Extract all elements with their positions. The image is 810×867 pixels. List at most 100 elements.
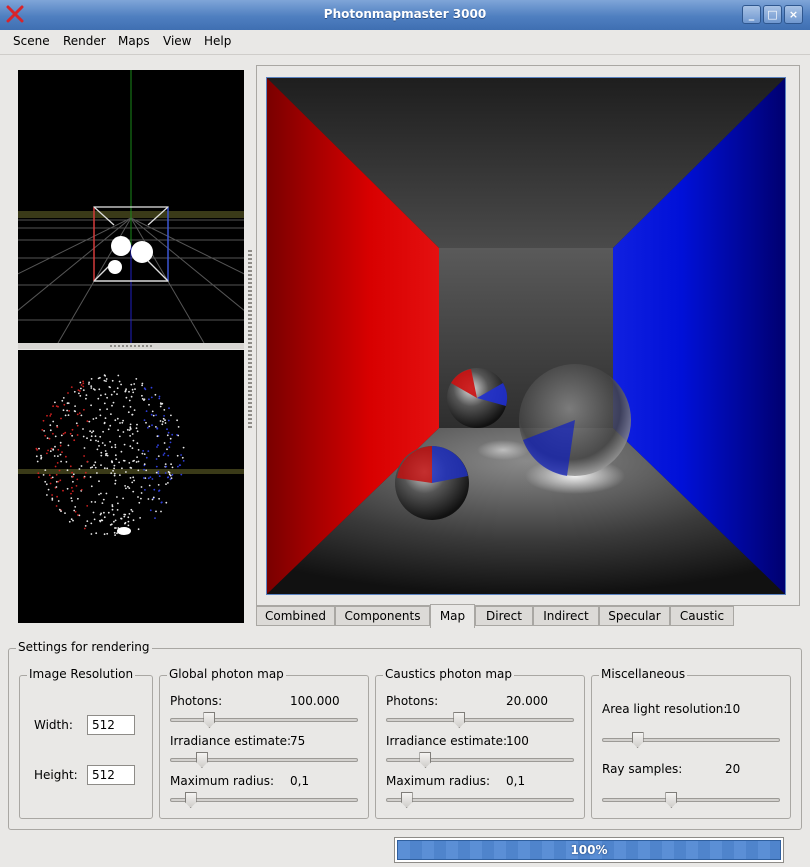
menu-maps[interactable]: Maps (118, 34, 150, 48)
photon-point (136, 423, 138, 426)
slider-thumb[interactable] (419, 752, 432, 768)
photon-point (133, 479, 135, 482)
scene-viewport[interactable] (18, 70, 244, 343)
photon-point (132, 490, 135, 493)
tab-map[interactable]: Map (430, 604, 475, 628)
height-field[interactable] (87, 765, 135, 785)
photon-point (90, 404, 92, 407)
tab-caustic[interactable]: Caustic (670, 606, 734, 626)
viewport-splitter[interactable] (18, 343, 244, 349)
tab-components[interactable]: Components (335, 606, 430, 626)
tab-specular[interactable]: Specular (599, 606, 670, 626)
photon-point (66, 469, 69, 472)
photon-point (106, 532, 109, 535)
photon-point (38, 476, 40, 478)
photon-point (129, 445, 132, 448)
photon-point (167, 419, 170, 422)
photon-point (181, 456, 184, 459)
photon-point (78, 514, 81, 517)
photon-point (112, 469, 114, 472)
photon-point (49, 450, 52, 453)
photon-point (155, 426, 157, 428)
photon-point (59, 444, 62, 447)
menu-view[interactable]: View (163, 34, 191, 48)
maximize-button[interactable]: □ (763, 5, 782, 24)
caustics-photons-slider[interactable] (386, 712, 574, 728)
tab-direct[interactable]: Direct (475, 606, 533, 626)
photon-point (165, 483, 167, 485)
photon-point (167, 482, 169, 484)
photon-point (76, 424, 79, 427)
photon-point (72, 519, 74, 522)
photon-point (147, 477, 150, 480)
photon-point (74, 510, 77, 513)
slider-thumb[interactable] (184, 792, 197, 808)
photon-point (49, 415, 52, 417)
photon-point (104, 450, 107, 452)
photon-point (116, 387, 119, 390)
photon-point (104, 417, 107, 419)
photon-point (40, 456, 43, 459)
slider-thumb[interactable] (195, 752, 208, 768)
width-field[interactable] (87, 715, 135, 735)
photon-point (49, 429, 52, 432)
photon-point (49, 424, 52, 427)
photon-point (137, 469, 140, 472)
caustics-radius-slider[interactable] (386, 792, 574, 808)
slider-thumb[interactable] (453, 712, 466, 728)
slider-thumb[interactable] (631, 732, 644, 748)
photon-point (166, 434, 169, 437)
photon-point (55, 480, 58, 483)
photon-point (80, 488, 83, 491)
photon-point (94, 501, 97, 503)
photon-point (137, 449, 140, 451)
panel-splitter[interactable] (248, 250, 252, 430)
photon-point (128, 513, 131, 515)
global-radius-slider[interactable] (170, 792, 358, 808)
photon-point (88, 420, 91, 423)
image-resolution-group (19, 675, 153, 819)
photon-point (71, 490, 74, 492)
area-light-slider[interactable] (602, 732, 780, 748)
ray-samples-slider[interactable] (602, 792, 780, 808)
photon-point (132, 391, 135, 394)
photon-point (143, 453, 146, 455)
photon-point (60, 417, 62, 420)
photon-point (148, 398, 150, 401)
photon-point (46, 437, 49, 439)
photon-point (164, 422, 167, 424)
photon-point (148, 403, 150, 406)
photon-point (131, 433, 134, 435)
photon-point (49, 482, 52, 485)
slider-thumb[interactable] (203, 712, 216, 728)
tab-indirect[interactable]: Indirect (533, 606, 599, 626)
ray-samples-value: 20 (725, 762, 741, 776)
photon-point (163, 415, 166, 417)
slider-thumb[interactable] (400, 792, 413, 808)
photon-point (151, 410, 154, 413)
tab-combined[interactable]: Combined (256, 606, 335, 626)
close-button[interactable]: × (784, 5, 803, 24)
photon-point (102, 430, 104, 433)
photon-map-viewport[interactable] (18, 350, 244, 623)
photon-point (158, 397, 161, 400)
photon-point (157, 470, 160, 473)
caustics-irradiance-slider[interactable] (386, 752, 574, 768)
photon-point (103, 467, 106, 470)
global-radius-label: Maximum radius: (170, 774, 275, 788)
photon-point (95, 532, 98, 535)
photon-point (116, 417, 119, 420)
menu-help[interactable]: Help (204, 34, 231, 48)
menu-scene[interactable]: Scene (13, 34, 50, 48)
global-irradiance-slider[interactable] (170, 752, 358, 768)
photon-point (98, 480, 100, 483)
menu-render[interactable]: Render (63, 34, 106, 48)
photon-point (128, 462, 131, 464)
slider-thumb[interactable] (665, 792, 678, 808)
photon-point (122, 431, 125, 433)
photon-point (64, 431, 67, 434)
photon-point (57, 455, 59, 457)
global-photons-slider[interactable] (170, 712, 358, 728)
photon-point (90, 435, 93, 438)
minimize-button[interactable]: _ (742, 5, 761, 24)
